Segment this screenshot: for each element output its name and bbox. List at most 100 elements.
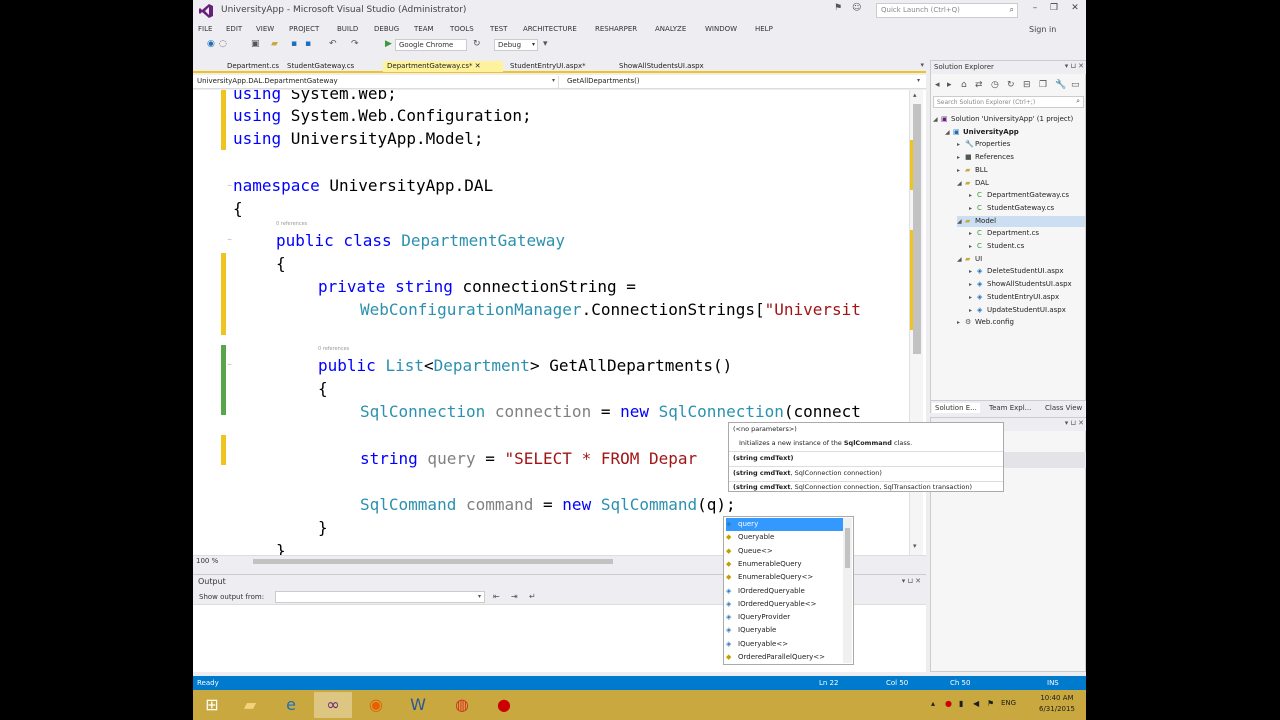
menu-edit[interactable]: EDIT bbox=[226, 25, 242, 33]
code-line[interactable]: using System.Web; bbox=[233, 90, 397, 103]
notification-flag-icon[interactable]: ⚑ bbox=[834, 3, 842, 13]
tab-class-view[interactable]: Class View bbox=[1042, 403, 1085, 413]
visual-studio-taskbar-icon[interactable]: ∞ bbox=[314, 692, 352, 718]
scrollbar-thumb[interactable] bbox=[845, 528, 850, 568]
input-language[interactable]: ENG bbox=[1001, 699, 1016, 707]
tree-item[interactable]: ▸ ▰ BLL bbox=[957, 165, 1085, 176]
pane-controls[interactable]: ▾ ⊔ ✕ bbox=[1065, 419, 1084, 427]
redo-icon[interactable]: ↷ bbox=[351, 39, 359, 49]
code-line[interactable]: } bbox=[276, 541, 286, 555]
configuration-selector[interactable]: Debug ▾ bbox=[494, 39, 538, 51]
menu-architecture[interactable]: ARCHITECTURE bbox=[523, 25, 577, 33]
overload-signature[interactable]: (string cmdText) bbox=[733, 454, 793, 462]
internet-explorer-icon[interactable]: e bbox=[272, 692, 310, 718]
tray-overflow-icon[interactable]: ▴ bbox=[931, 699, 935, 708]
completion-item[interactable]: ◈ query bbox=[726, 518, 844, 531]
tray-recorder-icon[interactable]: ● bbox=[945, 699, 952, 708]
completion-item[interactable]: ◆ OrderedParallelQuery<> bbox=[726, 651, 844, 664]
expand-arrow-icon[interactable]: ◢ bbox=[933, 114, 941, 125]
toolbar-overflow-icon[interactable]: ▾ bbox=[543, 39, 548, 49]
completion-item[interactable]: ◈ IOrderedQueryable<> bbox=[726, 598, 844, 611]
tray-network-icon[interactable]: ▮ bbox=[959, 699, 963, 708]
scroll-up-icon[interactable]: ▴ bbox=[913, 91, 917, 99]
menu-resharper[interactable]: RESHARPER bbox=[595, 25, 637, 33]
collapse-icon[interactable]: − bbox=[227, 182, 232, 189]
tree-item[interactable]: ◢ ▰ Model bbox=[957, 215, 1085, 227]
overload-signature[interactable]: (<no parameters>) bbox=[733, 425, 797, 433]
menu-test[interactable]: TEST bbox=[490, 25, 507, 33]
completion-item[interactable]: ◆ EnumerableQuery bbox=[726, 558, 844, 571]
tab-departmentgateway-cs[interactable]: DepartmentGateway.cs* ✕ bbox=[383, 61, 503, 72]
code-line[interactable]: public List<Department> GetAllDepartment… bbox=[318, 356, 732, 375]
tree-item[interactable]: ▸ C StudentGateway.cs bbox=[969, 203, 1085, 214]
menu-team[interactable]: TEAM bbox=[414, 25, 434, 33]
show-all-files-icon[interactable]: ❐ bbox=[1039, 80, 1047, 90]
system-clock[interactable]: 10:40 AM 6/31/2015 bbox=[1039, 693, 1075, 715]
completion-item[interactable]: ◆ Queue<> bbox=[726, 545, 844, 558]
output-source-selector[interactable]: ▾ bbox=[275, 591, 485, 603]
minimize-button[interactable]: – bbox=[1027, 3, 1043, 13]
expand-arrow-icon[interactable]: ▸ bbox=[969, 266, 977, 277]
tree-item[interactable]: ◢ ▣ UniversityApp bbox=[945, 127, 1085, 138]
tree-item[interactable]: ▸ C Student.cs bbox=[969, 241, 1085, 252]
tab-solution-explorer[interactable]: Solution E... bbox=[932, 403, 980, 413]
code-line[interactable]: private string connectionString = bbox=[318, 277, 636, 296]
menu-view[interactable]: VIEW bbox=[256, 25, 274, 33]
tree-item[interactable]: ▸ ■ References bbox=[957, 152, 1085, 163]
chrome-icon[interactable]: ◍ bbox=[443, 692, 481, 718]
collapse-icon[interactable]: − bbox=[227, 236, 232, 243]
codelens-references[interactable]: 0 references bbox=[318, 346, 349, 352]
tree-item[interactable]: ▸ 🔧Properties bbox=[957, 139, 1085, 150]
tab-studententryui-aspx[interactable]: StudentEntryUI.aspx* bbox=[506, 61, 590, 72]
menu-build[interactable]: BUILD bbox=[337, 25, 358, 33]
code-line[interactable]: SqlCommand command = new SqlCommand(q); bbox=[360, 495, 736, 514]
code-line[interactable]: } bbox=[318, 518, 328, 537]
code-line[interactable]: WebConfigurationManager.ConnectionString… bbox=[360, 300, 861, 319]
expand-arrow-icon[interactable]: ▸ bbox=[957, 317, 965, 328]
tree-item[interactable]: ▸ ◈ ShowAllStudentsUI.aspx bbox=[969, 279, 1085, 290]
sign-in-link[interactable]: Sign in bbox=[1029, 25, 1056, 34]
back-icon[interactable]: ◉ bbox=[207, 39, 215, 49]
expand-arrow-icon[interactable]: ▸ bbox=[969, 241, 977, 252]
expand-arrow-icon[interactable]: ▸ bbox=[969, 292, 977, 303]
save-icon[interactable]: ▪ bbox=[291, 39, 297, 49]
find-in-output-icon[interactable]: ⇥ bbox=[511, 592, 518, 601]
tray-flag-icon[interactable]: ⚑ bbox=[987, 699, 994, 708]
menu-debug[interactable]: DEBUG bbox=[374, 25, 399, 33]
completion-scrollbar[interactable] bbox=[843, 518, 852, 663]
expand-arrow-icon[interactable]: ▸ bbox=[957, 152, 965, 163]
maximize-button[interactable]: ❐ bbox=[1046, 3, 1062, 13]
tab-department-cs[interactable]: Department.cs bbox=[223, 61, 283, 72]
expand-arrow-icon[interactable]: ▸ bbox=[957, 139, 965, 150]
save-all-icon[interactable]: ▪ bbox=[305, 39, 311, 49]
file-explorer-icon[interactable]: ▰ bbox=[231, 692, 269, 718]
undo-icon[interactable]: ↶ bbox=[329, 39, 337, 49]
preview-icon[interactable]: ▭ bbox=[1071, 80, 1080, 90]
type-selector[interactable]: UniversityApp.DAL.DepartmentGateway ▾ bbox=[193, 76, 559, 88]
back-icon[interactable]: ◂ bbox=[935, 80, 940, 90]
code-line[interactable]: string query = "SELECT * FROM Depar bbox=[360, 449, 697, 468]
code-line[interactable]: namespace UniversityApp.DAL bbox=[233, 176, 493, 195]
expand-arrow-icon[interactable]: ◢ bbox=[957, 254, 965, 265]
home-icon[interactable]: ⌂ bbox=[961, 80, 967, 90]
menu-window[interactable]: WINDOW bbox=[705, 25, 737, 33]
tree-item[interactable]: ◢ ▣ Solution 'UniversityApp' (1 project) bbox=[933, 114, 1085, 125]
expand-arrow-icon[interactable]: ▸ bbox=[969, 279, 977, 290]
refresh-icon[interactable]: ↻ bbox=[473, 39, 481, 49]
expand-arrow-icon[interactable]: ◢ bbox=[957, 216, 965, 227]
collapse-all-icon[interactable]: ⊟ bbox=[1023, 80, 1031, 90]
tab-overflow-icon[interactable]: ▾ bbox=[920, 61, 924, 69]
tree-item[interactable]: ▸ ⚙ Web.config bbox=[957, 317, 1085, 328]
expand-arrow-icon[interactable]: ▸ bbox=[969, 190, 977, 201]
expand-arrow-icon[interactable]: ▸ bbox=[969, 228, 977, 239]
close-button[interactable]: ✕ bbox=[1067, 3, 1083, 13]
tree-item[interactable]: ◢ ▰ UI bbox=[957, 254, 1085, 265]
forward-icon[interactable]: ▸ bbox=[947, 80, 952, 90]
expand-arrow-icon[interactable]: ◢ bbox=[957, 178, 965, 189]
tree-item[interactable]: ▸ C DepartmentGateway.cs bbox=[969, 190, 1085, 201]
code-line[interactable]: { bbox=[276, 254, 286, 273]
code-line[interactable]: { bbox=[318, 379, 328, 398]
forward-icon[interactable]: ◌ bbox=[219, 39, 227, 49]
completion-item[interactable]: ◈ IQueryProvider bbox=[726, 611, 844, 624]
tree-item[interactable]: ▸ ◈ DeleteStudentUI.aspx bbox=[969, 266, 1085, 277]
